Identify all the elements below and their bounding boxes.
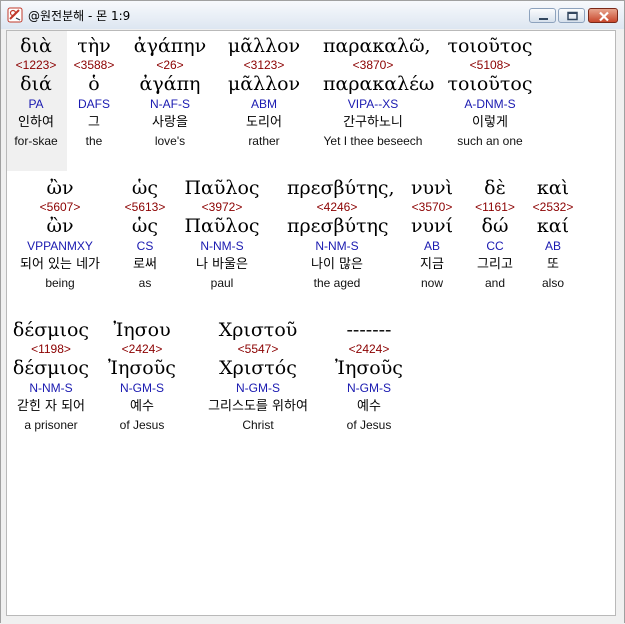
parsing-code: N-AF-S: [150, 97, 190, 111]
english-gloss: Yet I thee beseech: [323, 134, 423, 148]
english-gloss: love's: [154, 134, 186, 148]
maximize-button[interactable]: [558, 8, 585, 23]
korean-gloss: 나 바울은: [196, 257, 248, 272]
korean-gloss: 갇힌 자 되어: [16, 399, 86, 414]
greek-word: Χριστοῦ: [218, 319, 298, 341]
greek-word: πρεσβύτης,: [287, 177, 395, 199]
english-gloss: Christ: [242, 418, 274, 432]
lemma: Χριστός: [219, 357, 297, 379]
korean-gloss: 나이 많은: [311, 257, 363, 272]
strong-number[interactable]: <3870>: [323, 58, 423, 72]
parsing-code: N-NM-S: [315, 239, 359, 253]
strong-number[interactable]: <3972>: [172, 200, 272, 214]
english-gloss: paul: [210, 276, 234, 290]
korean-gloss: 간구하노니: [343, 115, 403, 130]
korean-gloss: 이렇게: [472, 115, 508, 130]
lemma: πρεσβύτης: [287, 215, 389, 237]
strong-number[interactable]: <26>: [120, 58, 220, 72]
lemma: Παῦλος: [184, 215, 260, 237]
window-title: @원전분해 - 몬 1:9: [28, 9, 131, 23]
parsing-code: N-NM-S: [200, 239, 244, 253]
interlinear-pane[interactable]: διὰ <1223> διά PA 인하여 for-skae τὴν <3588…: [6, 30, 616, 616]
english-gloss: rather: [248, 134, 280, 148]
app-window: @원전분해 - 몬 1:9 διὰ <1223> διά PA 인하여 for-…: [0, 0, 625, 624]
greek-word: τοιοῦτος: [447, 35, 533, 57]
korean-gloss: 사랑을: [152, 115, 188, 130]
lemma: δέσμιος: [12, 357, 90, 379]
greek-word: Ἰησου: [113, 319, 171, 341]
strong-number[interactable]: <2532>: [503, 200, 603, 214]
greek-word: παρακαλῶ,: [323, 35, 431, 57]
english-gloss: of Jesus: [119, 418, 165, 432]
greek-word: ἀγάπην: [133, 35, 207, 57]
parsing-code: N-GM-S: [120, 381, 164, 395]
korean-gloss: 예수: [357, 399, 381, 414]
greek-word: καὶ: [536, 177, 570, 199]
strong-number[interactable]: <2424>: [92, 342, 192, 356]
title-bar[interactable]: @원전분해 - 몬 1:9: [1, 1, 624, 29]
parsing-code: AB: [544, 239, 561, 253]
parsing-code: N-NM-S: [29, 381, 73, 395]
english-gloss: also: [541, 276, 564, 290]
strong-number[interactable]: <2424>: [319, 342, 419, 356]
parsing-code: ABM: [250, 97, 277, 111]
lemma: τοιοῦτος: [447, 73, 533, 95]
lemma: Ἰησοῦς: [108, 357, 176, 379]
parsing-code: VIPA--XS: [347, 97, 399, 111]
parsing-code: N-GM-S: [236, 381, 280, 395]
english-gloss: of Jesus: [346, 418, 392, 432]
lemma: μᾶλλον: [227, 73, 301, 95]
korean-gloss: 도리어: [246, 115, 282, 130]
lemma: καί: [536, 215, 570, 237]
english-gloss: a prisoner: [24, 418, 78, 432]
parsing-code: A-DNM-S: [464, 97, 516, 111]
english-gloss: such an one: [457, 134, 523, 148]
lemma: ἀγάπη: [139, 73, 201, 95]
greek-word: μᾶλλον: [227, 35, 301, 57]
lemma: παρακαλέω: [323, 73, 435, 95]
korean-gloss: 또: [547, 257, 559, 272]
greek-word: Παῦλος: [184, 177, 260, 199]
greek-word: δέσμιος: [12, 319, 90, 341]
strong-number[interactable]: <1198>: [7, 342, 101, 356]
english-gloss: the aged: [313, 276, 361, 290]
greek-word: -------: [346, 319, 392, 341]
strong-number[interactable]: <5547>: [208, 342, 308, 356]
korean-gloss: 예수: [130, 399, 154, 414]
close-button[interactable]: [588, 8, 618, 23]
minimize-button[interactable]: [529, 8, 556, 23]
korean-gloss: 그리스도를 위하여: [208, 399, 308, 414]
strong-number[interactable]: <5108>: [440, 58, 540, 72]
parsing-code: N-GM-S: [347, 381, 391, 395]
app-logo-icon: [7, 7, 23, 23]
lemma: Ἰησοῦς: [335, 357, 403, 379]
strong-number[interactable]: <3123>: [214, 58, 314, 72]
strong-number[interactable]: <4246>: [287, 200, 387, 214]
